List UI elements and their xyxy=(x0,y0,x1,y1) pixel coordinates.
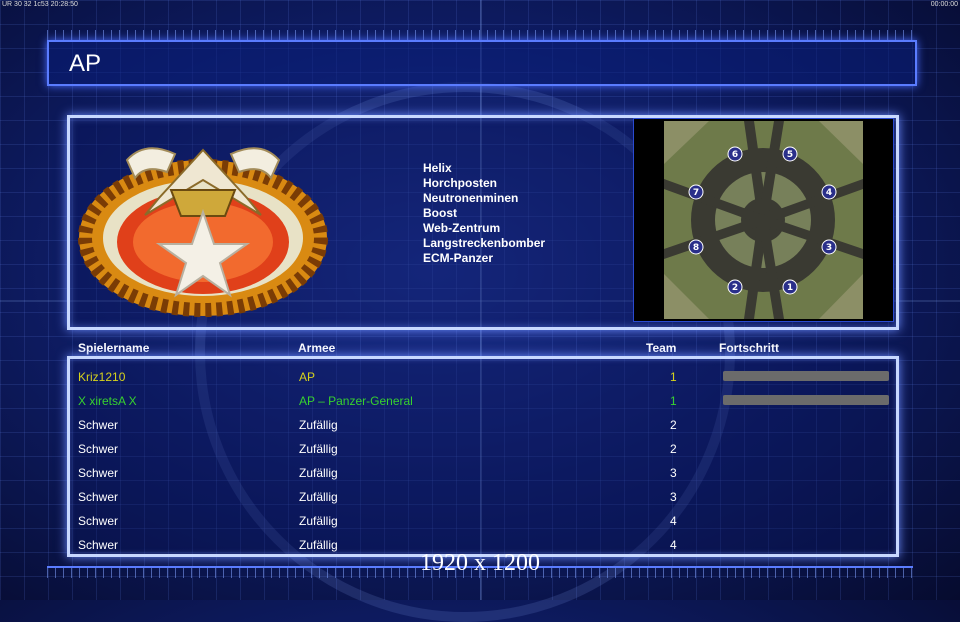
map-slot: 8 xyxy=(688,239,704,255)
unit-item: Web-Zentrum xyxy=(423,221,501,235)
map-slot: 5 xyxy=(782,146,798,162)
title-bar: AP xyxy=(47,40,917,86)
player-army: Zufällig xyxy=(299,418,338,432)
player-row[interactable]: Schwer Zufällig 2 xyxy=(70,436,896,460)
header-team: Team xyxy=(646,341,677,355)
unit-item: Langstreckenbomber xyxy=(423,236,546,250)
progress-bar xyxy=(723,395,889,405)
map-slot: 4 xyxy=(821,184,837,200)
player-army: Zufällig xyxy=(299,490,338,504)
player-row[interactable]: Kriz1210 AP 1 xyxy=(70,364,896,388)
map-slot: 1 xyxy=(782,279,798,295)
player-team: 2 xyxy=(670,442,677,456)
player-row[interactable]: Schwer Zufällig 4 xyxy=(70,508,896,532)
player-army: AP xyxy=(299,370,316,384)
player-army: Zufällig xyxy=(299,466,338,480)
svg-text:8: 8 xyxy=(693,243,699,253)
svg-text:2: 2 xyxy=(732,283,738,293)
player-name: Schwer xyxy=(78,466,119,480)
header-player-name: Spielername xyxy=(78,341,150,355)
player-row[interactable]: Schwer Zufällig 3 xyxy=(70,460,896,484)
svg-text:6: 6 xyxy=(732,150,738,160)
svg-text:7: 7 xyxy=(693,188,699,198)
player-row[interactable]: Schwer Zufällig 3 xyxy=(70,484,896,508)
resolution-caption: 1920 x 1200 xyxy=(420,550,540,576)
header-progress: Fortschritt xyxy=(719,341,779,355)
unit-item: Neutronenminen xyxy=(423,191,519,205)
unit-item: Horchposten xyxy=(423,176,498,190)
page-title: AP xyxy=(69,50,102,77)
player-army: Zufällig xyxy=(299,538,338,552)
player-name: Schwer xyxy=(78,538,119,552)
player-name: Schwer xyxy=(78,418,119,432)
player-name: Kriz1210 xyxy=(78,370,126,384)
player-row[interactable]: Schwer Zufällig 2 xyxy=(70,412,896,436)
map-slot: 6 xyxy=(727,146,743,162)
map-preview: 6 5 7 4 8 3 2 1 xyxy=(633,118,894,322)
progress-bar xyxy=(723,371,889,381)
status-left: UR 30 32 1c53 20:28:50 xyxy=(2,1,78,8)
map-slot: 7 xyxy=(688,184,704,200)
player-army: Zufällig xyxy=(299,514,338,528)
status-clock: 00:00:00 xyxy=(930,1,958,8)
player-team: 4 xyxy=(670,538,677,552)
player-army: Zufällig xyxy=(299,442,338,456)
unit-list: Helix Horchposten Neutronenminen Boost W… xyxy=(423,161,545,266)
player-team: 2 xyxy=(670,418,677,432)
player-army: AP – Panzer-General xyxy=(299,394,413,408)
player-team: 4 xyxy=(670,514,677,528)
header-army: Armee xyxy=(298,341,336,355)
unit-item: ECM-Panzer xyxy=(423,251,494,265)
player-team: 3 xyxy=(670,466,677,480)
player-row[interactable]: X xiretsA X AP – Panzer-General 1 xyxy=(70,388,896,412)
unit-item: Helix xyxy=(423,161,452,175)
svg-text:4: 4 xyxy=(826,188,832,198)
map-slot: 3 xyxy=(821,239,837,255)
player-name: Schwer xyxy=(78,490,119,504)
svg-text:3: 3 xyxy=(826,243,832,253)
player-team: 1 xyxy=(670,394,677,408)
unit-item: Boost xyxy=(423,206,457,220)
player-team: 3 xyxy=(670,490,677,504)
player-name: X xiretsA X xyxy=(78,394,137,408)
svg-text:5: 5 xyxy=(787,150,793,160)
player-team: 1 xyxy=(670,370,677,384)
player-name: Schwer xyxy=(78,442,119,456)
player-list: Kriz1210 AP 1 X xiretsA X AP – Panzer-Ge… xyxy=(67,356,899,557)
player-name: Schwer xyxy=(78,514,119,528)
status-bar: UR 30 32 1c53 20:28:50 00:00:00 xyxy=(0,0,960,10)
map-slot: 2 xyxy=(727,279,743,295)
svg-text:1: 1 xyxy=(787,283,793,293)
general-emblem-icon xyxy=(78,147,328,317)
